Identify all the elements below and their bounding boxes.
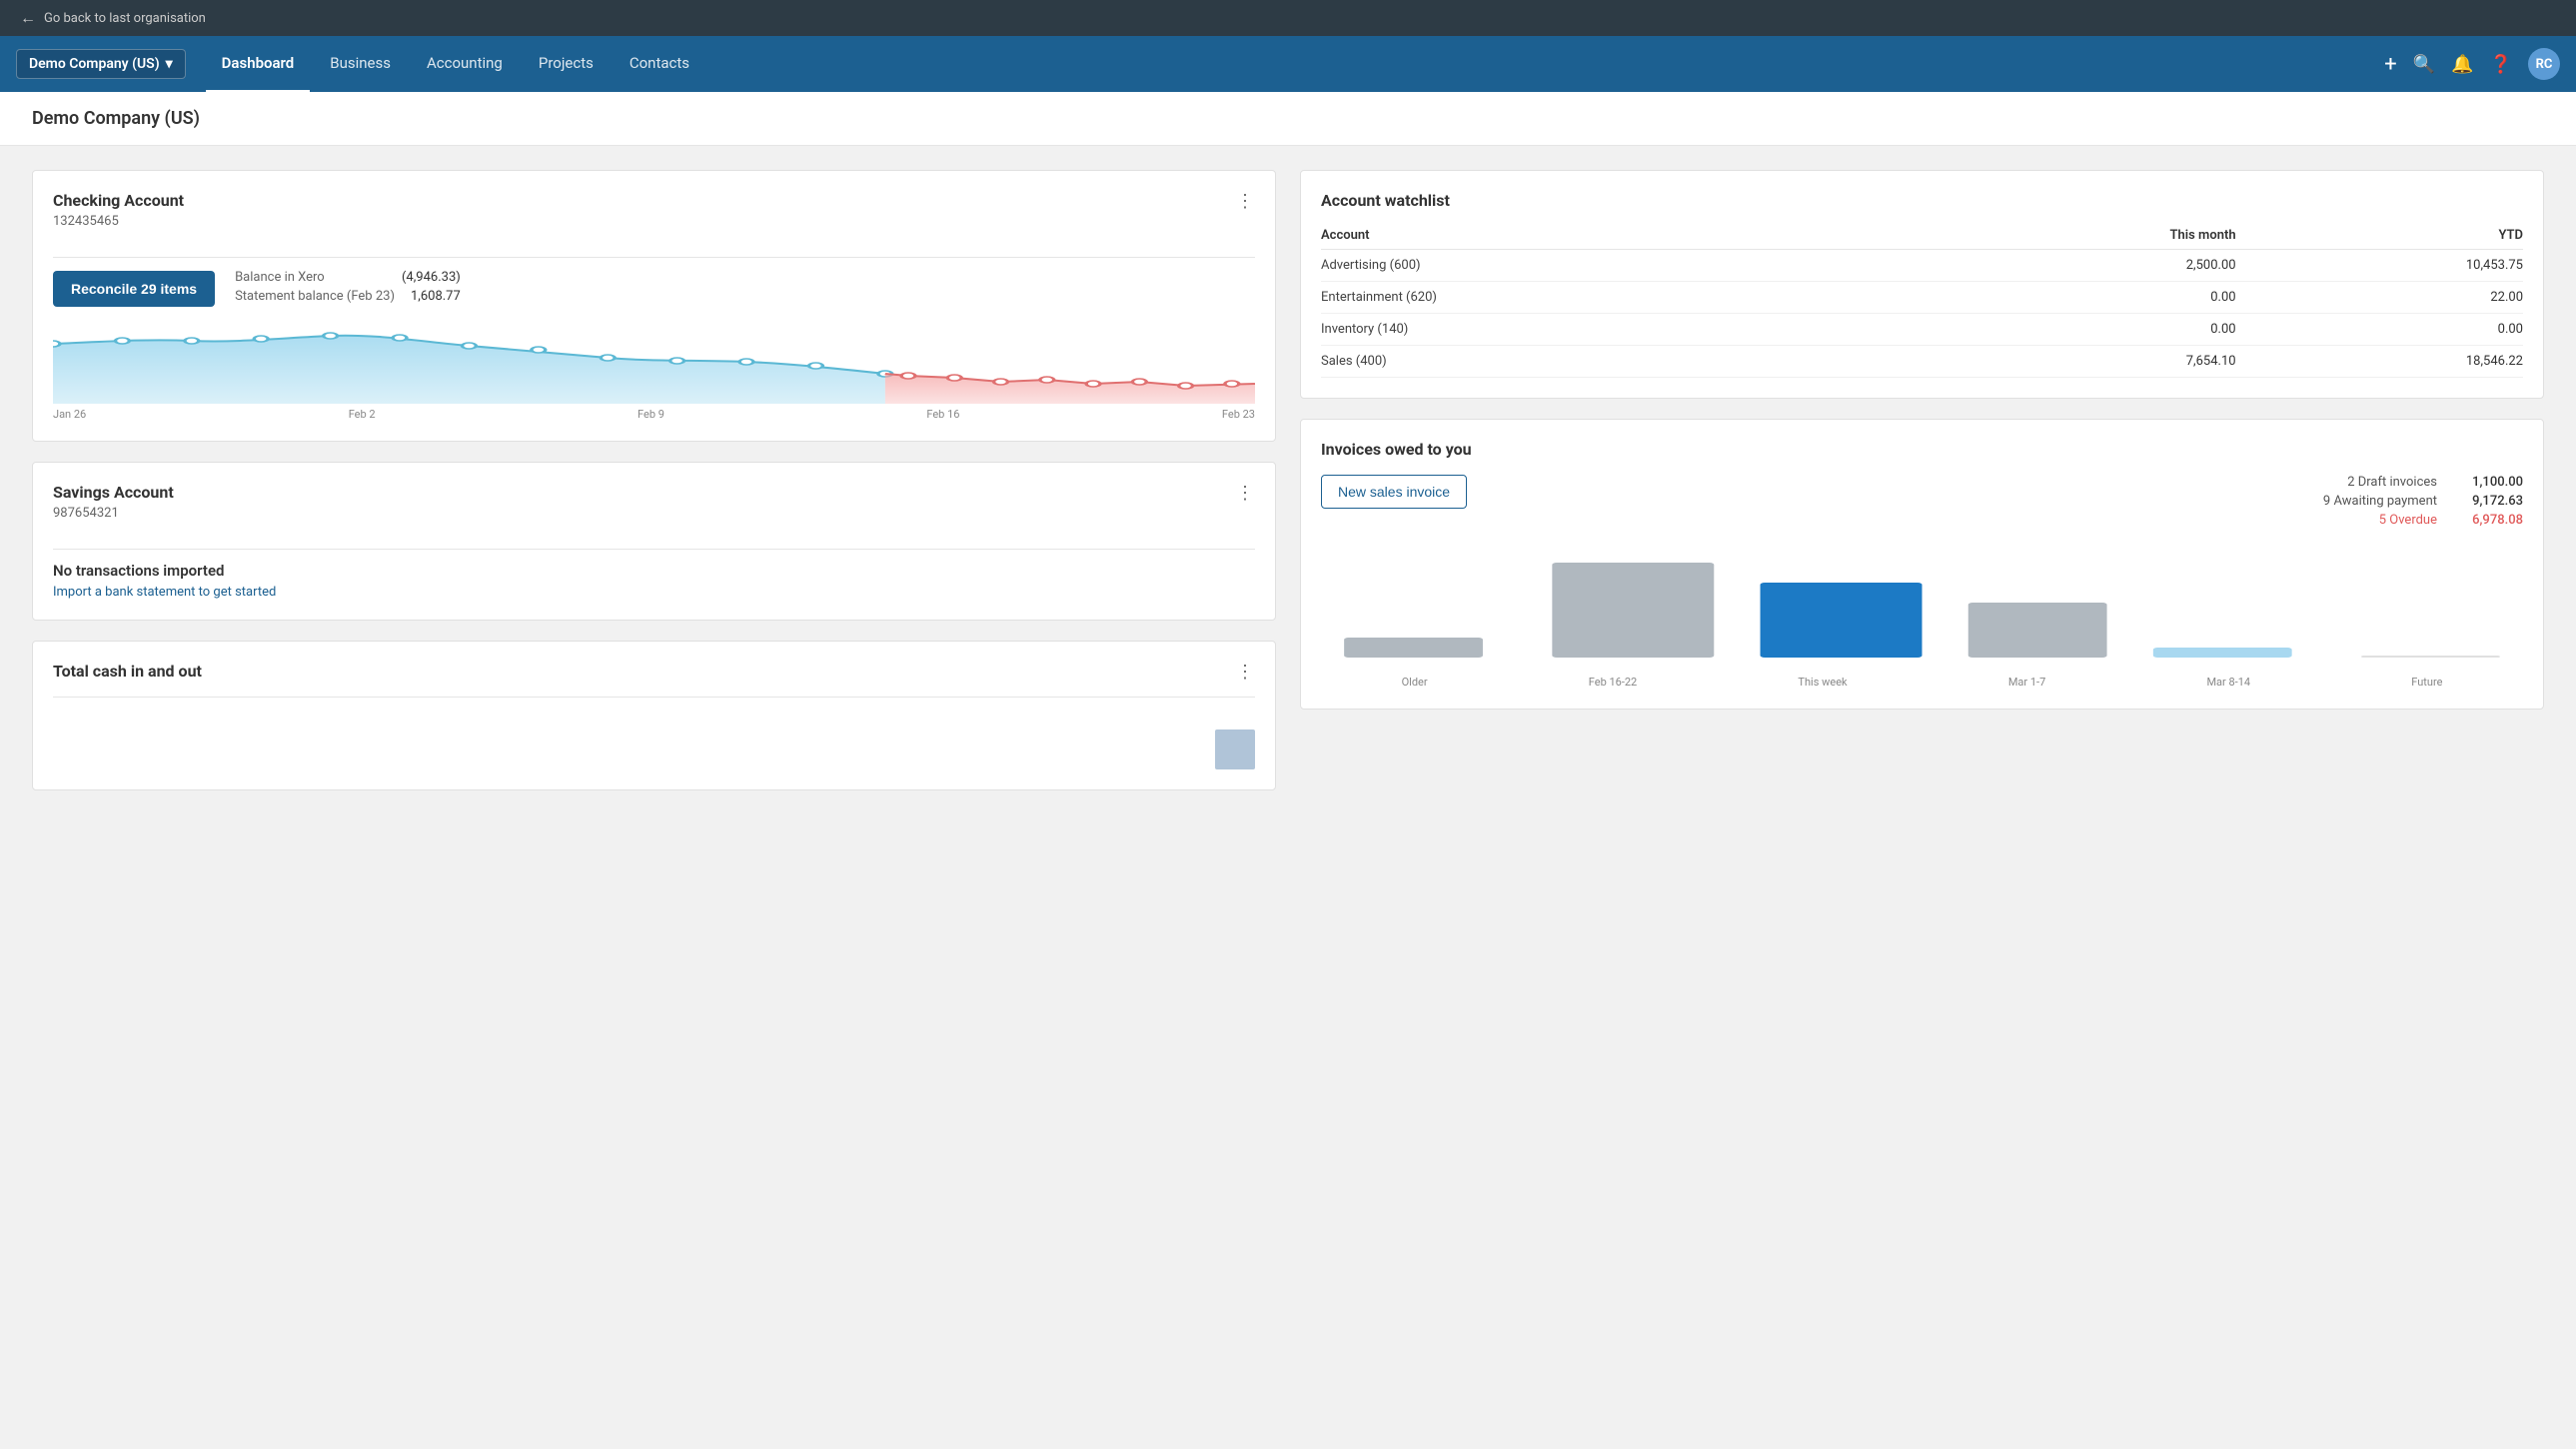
invoices-owed-card: Invoices owed to you New sales invoice 2… xyxy=(1300,419,2544,710)
balance-in-xero-value: (4,946.33) xyxy=(402,270,461,285)
savings-account-title: Savings Account xyxy=(53,483,174,502)
page-header: Demo Company (US) xyxy=(0,92,2576,146)
watchlist-title: Account watchlist xyxy=(1321,191,2523,210)
invoices-top: New sales invoice 2 Draft invoices 1,100… xyxy=(1321,475,2523,532)
org-name: Demo Company (US) xyxy=(29,56,160,72)
invoice-stat-awaiting: 9 Awaiting payment 9,172.63 xyxy=(2323,494,2523,509)
chevron-down-icon: ▾ xyxy=(166,56,173,72)
watchlist-ytd-2: 22.00 xyxy=(2236,282,2523,314)
awaiting-payment-value: 9,172.63 xyxy=(2453,494,2523,509)
bar-label-older: Older xyxy=(1402,676,1428,689)
watchlist-ytd-3: 0.00 xyxy=(2236,314,2523,346)
nav-contacts[interactable]: Contacts xyxy=(614,36,705,93)
statement-balance-value: 1,608.77 xyxy=(411,289,461,304)
checking-account-card: Checking Account 132435465 ⋮ Reconcile 2… xyxy=(32,170,1276,442)
chart-x-labels: Jan 26 Feb 2 Feb 9 Feb 16 Feb 23 xyxy=(53,408,1255,421)
avatar[interactable]: RC xyxy=(2528,48,2560,80)
back-label[interactable]: Go back to last organisation xyxy=(44,11,206,26)
invoices-bar-chart xyxy=(1321,548,2523,668)
watchlist-ytd-1: 10,453.75 xyxy=(2236,250,2523,282)
back-arrow-icon: ← xyxy=(20,8,36,28)
watchlist-account-4: Sales (400) xyxy=(1321,346,1904,378)
bar-label-future: Future xyxy=(2411,676,2442,689)
checking-account-menu[interactable]: ⋮ xyxy=(1236,191,1255,212)
watchlist-month-2: 0.00 xyxy=(1904,282,2235,314)
add-icon[interactable]: + xyxy=(2384,52,2396,77)
draft-invoices-value: 1,100.00 xyxy=(2453,475,2523,490)
invoices-bar-chart-container: Older Feb 16-22 This week Mar 1-7 Mar 8-… xyxy=(1321,548,2523,689)
watchlist-month-3: 0.00 xyxy=(1904,314,2235,346)
invoice-stat-overdue: 5 Overdue 6,978.08 xyxy=(2323,513,2523,528)
watchlist-col-account: Account xyxy=(1321,222,1904,250)
nav-dashboard[interactable]: Dashboard xyxy=(206,36,311,93)
top-bar: ← Go back to last organisation xyxy=(0,0,2576,36)
nav-projects[interactable]: Projects xyxy=(523,36,610,93)
total-cash-title: Total cash in and out xyxy=(53,662,202,681)
search-icon[interactable]: 🔍 xyxy=(2413,54,2435,75)
watchlist-table: Account This month YTD Advertising (600)… xyxy=(1321,222,2523,378)
new-sales-invoice-button[interactable]: New sales invoice xyxy=(1321,475,1467,509)
checking-chart xyxy=(53,324,1255,404)
org-selector[interactable]: Demo Company (US) ▾ xyxy=(16,49,186,79)
bar-label-mar8: Mar 8-14 xyxy=(2206,676,2250,689)
watchlist-month-4: 7,654.10 xyxy=(1904,346,2235,378)
reconcile-button[interactable]: Reconcile 29 items xyxy=(53,271,215,307)
awaiting-payment-label: 9 Awaiting payment xyxy=(2323,494,2437,509)
checking-account-number: 132435465 xyxy=(53,214,184,229)
bell-icon[interactable]: 🔔 xyxy=(2451,54,2473,75)
page-title: Demo Company (US) xyxy=(32,108,2544,129)
chart-label-feb9: Feb 9 xyxy=(638,408,664,421)
right-column: Account watchlist Account This month YTD… xyxy=(1300,170,2544,790)
invoices-title: Invoices owed to you xyxy=(1321,440,2523,459)
help-icon[interactable]: ❓ xyxy=(2490,54,2512,75)
overdue-label: 5 Overdue xyxy=(2379,513,2437,528)
chart-label-feb23: Feb 23 xyxy=(1222,408,1255,421)
watchlist-col-this-month: This month xyxy=(1904,222,2235,250)
balance-in-xero-label: Balance in Xero xyxy=(235,270,325,285)
total-cash-card: Total cash in and out ⋮ xyxy=(32,641,1276,790)
statement-balance-label: Statement balance (Feb 23) xyxy=(235,289,395,304)
chart-label-feb2: Feb 2 xyxy=(349,408,376,421)
left-column: Checking Account 132435465 ⋮ Reconcile 2… xyxy=(32,170,1276,790)
nav-actions: + 🔍 🔔 ❓ RC xyxy=(2384,48,2560,80)
checking-chart-container xyxy=(53,324,1255,404)
watchlist-ytd-4: 18,546.22 xyxy=(2236,346,2523,378)
watchlist-month-1: 2,500.00 xyxy=(1904,250,2235,282)
draft-invoices-label: 2 Draft invoices xyxy=(2347,475,2437,490)
no-transactions: No transactions imported Import a bank s… xyxy=(53,562,1255,600)
overdue-value: 6,978.08 xyxy=(2453,513,2523,528)
nav-business[interactable]: Business xyxy=(314,36,407,93)
balance-info: Balance in Xero (4,946.33) Statement bal… xyxy=(235,270,461,308)
checking-account-title: Checking Account xyxy=(53,191,184,210)
import-link[interactable]: Import a bank statement to get started xyxy=(53,585,276,600)
main-content: Checking Account 132435465 ⋮ Reconcile 2… xyxy=(0,146,2576,814)
watchlist-account-3: Inventory (140) xyxy=(1321,314,1904,346)
table-row: Sales (400) 7,654.10 18,546.22 xyxy=(1321,346,2523,378)
savings-account-menu[interactable]: ⋮ xyxy=(1236,483,1255,504)
savings-account-card: Savings Account 987654321 ⋮ No transacti… xyxy=(32,462,1276,621)
savings-account-number: 987654321 xyxy=(53,506,174,521)
bar-label-mar1: Mar 1-7 xyxy=(2008,676,2045,689)
invoice-stats: 2 Draft invoices 1,100.00 9 Awaiting pay… xyxy=(2323,475,2523,532)
table-row: Advertising (600) 2,500.00 10,453.75 xyxy=(1321,250,2523,282)
chart-label-feb16: Feb 16 xyxy=(926,408,959,421)
bar-chart-x-labels: Older Feb 16-22 This week Mar 1-7 Mar 8-… xyxy=(1321,676,2523,689)
table-row: Inventory (140) 0.00 0.00 xyxy=(1321,314,2523,346)
bar-label-feb16: Feb 16-22 xyxy=(1589,676,1637,689)
main-nav: Demo Company (US) ▾ Dashboard Business A… xyxy=(0,36,2576,92)
watchlist-account-2: Entertainment (620) xyxy=(1321,282,1904,314)
invoice-stat-draft: 2 Draft invoices 1,100.00 xyxy=(2323,475,2523,490)
bar-label-this-week: This week xyxy=(1798,676,1847,689)
watchlist-col-ytd: YTD xyxy=(2236,222,2523,250)
reconcile-section: Reconcile 29 items Balance in Xero (4,94… xyxy=(53,270,1255,308)
no-transactions-label: No transactions imported xyxy=(53,562,1255,580)
nav-accounting[interactable]: Accounting xyxy=(411,36,519,93)
nav-links: Dashboard Business Accounting Projects C… xyxy=(206,36,2385,93)
total-cash-chart-stub xyxy=(1215,710,1255,769)
account-watchlist-card: Account watchlist Account This month YTD… xyxy=(1300,170,2544,399)
table-row: Entertainment (620) 0.00 22.00 xyxy=(1321,282,2523,314)
chart-label-jan26: Jan 26 xyxy=(53,408,86,421)
total-cash-menu[interactable]: ⋮ xyxy=(1236,662,1255,683)
watchlist-account-1: Advertising (600) xyxy=(1321,250,1904,282)
